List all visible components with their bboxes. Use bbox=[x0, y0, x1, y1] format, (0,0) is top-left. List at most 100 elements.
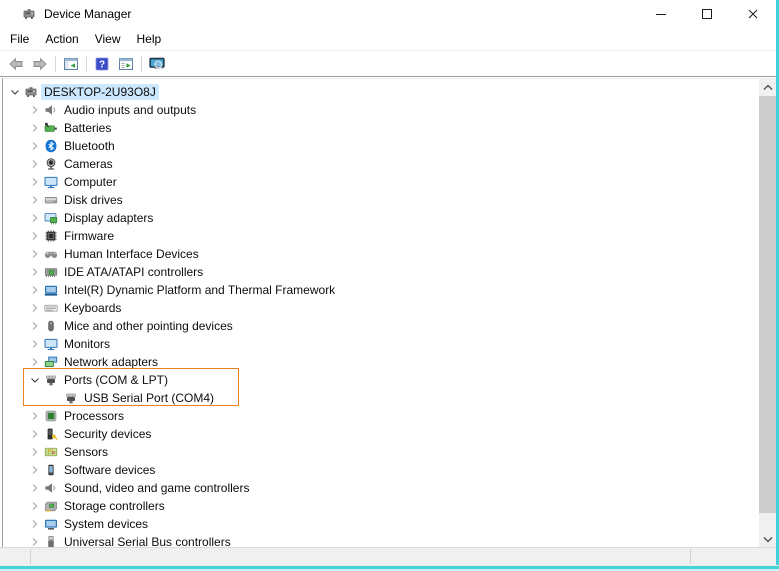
menu-view[interactable]: View bbox=[87, 29, 129, 49]
tree-item-ide-ata-atapi-controllers[interactable]: IDE ATA/ATAPI controllers bbox=[3, 263, 759, 281]
tree-item-label: Display adapters bbox=[61, 210, 156, 226]
battery-icon bbox=[43, 120, 59, 136]
tree-item-system-devices[interactable]: System devices bbox=[3, 515, 759, 533]
tree-item-label: Software devices bbox=[61, 462, 158, 478]
scrollbar-thumb[interactable] bbox=[759, 96, 776, 513]
tree-item-cameras[interactable]: Cameras bbox=[3, 155, 759, 173]
tree-item-sensors[interactable]: Sensors bbox=[3, 443, 759, 461]
tree-item-desktop-2u93o8j[interactable]: DESKTOP-2U93O8J bbox=[3, 83, 759, 101]
chevron-right-icon[interactable] bbox=[27, 120, 43, 136]
chevron-right-icon[interactable] bbox=[27, 102, 43, 118]
tree-item-security-devices[interactable]: Security devices bbox=[3, 425, 759, 443]
forward-button[interactable] bbox=[28, 52, 52, 75]
chevron-right-icon[interactable] bbox=[27, 516, 43, 532]
properties-button[interactable] bbox=[114, 52, 138, 75]
window-title: Device Manager bbox=[44, 7, 131, 21]
monitor-icon bbox=[43, 174, 59, 190]
tree-item-universal-serial-bus-controllers[interactable]: Universal Serial Bus controllers bbox=[3, 533, 759, 547]
tree-item-label: Sound, video and game controllers bbox=[61, 480, 252, 496]
tree-item-display-adapters[interactable]: Display adapters bbox=[3, 209, 759, 227]
system-device-icon bbox=[43, 516, 59, 532]
chevron-right-icon[interactable] bbox=[27, 174, 43, 190]
thermal-framework-icon bbox=[43, 282, 59, 298]
software-device-icon bbox=[43, 462, 59, 478]
tree-item-keyboards[interactable]: Keyboards bbox=[3, 299, 759, 317]
maximize-icon bbox=[699, 6, 715, 22]
menu-action[interactable]: Action bbox=[37, 29, 86, 49]
help-button[interactable]: ? bbox=[90, 52, 114, 75]
tree-item-monitors[interactable]: Monitors bbox=[3, 335, 759, 353]
chevron-right-icon[interactable] bbox=[27, 498, 43, 514]
tree-item-ports-com-lpt[interactable]: Ports (COM & LPT) bbox=[3, 371, 759, 389]
chevron-right-icon[interactable] bbox=[27, 444, 43, 460]
camera-icon bbox=[43, 156, 59, 172]
tree-item-label: Ports (COM & LPT) bbox=[61, 372, 171, 388]
tree-item-storage-controllers[interactable]: Storage controllers bbox=[3, 497, 759, 515]
tree-item-label: Security devices bbox=[61, 426, 154, 442]
tree-item-usb-serial-port-com4[interactable]: USB Serial Port (COM4) bbox=[3, 389, 759, 407]
chevron-right-icon[interactable] bbox=[27, 408, 43, 424]
tree-item-processors[interactable]: Processors bbox=[3, 407, 759, 425]
tree-item-bluetooth[interactable]: Bluetooth bbox=[3, 137, 759, 155]
svg-text:?: ? bbox=[99, 59, 105, 70]
tree-item-disk-drives[interactable]: Disk drives bbox=[3, 191, 759, 209]
tree-item-label: Batteries bbox=[61, 120, 114, 136]
ide-controller-icon bbox=[43, 264, 59, 280]
chevron-down-icon[interactable] bbox=[27, 372, 43, 388]
close-button[interactable] bbox=[730, 0, 776, 28]
tree-item-sound-video-and-game-controllers[interactable]: Sound, video and game controllers bbox=[3, 479, 759, 497]
tree-item-label: Network adapters bbox=[61, 354, 161, 370]
chevron-right-icon[interactable] bbox=[27, 480, 43, 496]
tree-item-intel-r-dynamic-platform-and-thermal-framework[interactable]: Intel(R) Dynamic Platform and Thermal Fr… bbox=[3, 281, 759, 299]
chevron-right-icon[interactable] bbox=[27, 300, 43, 316]
mouse-icon bbox=[43, 318, 59, 334]
bluetooth-icon bbox=[43, 138, 59, 154]
tree-item-audio-inputs-and-outputs[interactable]: Audio inputs and outputs bbox=[3, 101, 759, 119]
chevron-right-icon[interactable] bbox=[27, 534, 43, 547]
chevron-right-icon[interactable] bbox=[27, 228, 43, 244]
tree-item-software-devices[interactable]: Software devices bbox=[3, 461, 759, 479]
tree-item-computer[interactable]: Computer bbox=[3, 173, 759, 191]
tree-item-label: Firmware bbox=[61, 228, 117, 244]
tree-item-label: Universal Serial Bus controllers bbox=[61, 534, 234, 547]
tree-item-firmware[interactable]: Firmware bbox=[3, 227, 759, 245]
chevron-right-icon[interactable] bbox=[27, 426, 43, 442]
speaker-icon bbox=[43, 480, 59, 496]
show-console-tree-button[interactable] bbox=[59, 52, 83, 75]
tree-item-human-interface-devices[interactable]: Human Interface Devices bbox=[3, 245, 759, 263]
menu-help[interactable]: Help bbox=[129, 29, 170, 49]
back-button[interactable] bbox=[4, 52, 28, 75]
chevron-right-icon[interactable] bbox=[27, 318, 43, 334]
chevron-right-icon[interactable] bbox=[27, 192, 43, 208]
minimize-button[interactable] bbox=[638, 0, 684, 28]
scan-hardware-changes-button[interactable] bbox=[145, 52, 169, 75]
chevron-right-icon[interactable] bbox=[27, 282, 43, 298]
tree-item-mice-and-other-pointing-devices[interactable]: Mice and other pointing devices bbox=[3, 317, 759, 335]
tree-item-label: USB Serial Port (COM4) bbox=[81, 390, 217, 406]
chevron-down-icon[interactable] bbox=[7, 84, 23, 100]
tree-item-label: Disk drives bbox=[61, 192, 126, 208]
chevron-right-icon[interactable] bbox=[27, 210, 43, 226]
chevron-right-icon[interactable] bbox=[27, 462, 43, 478]
tree-item-network-adapters[interactable]: Network adapters bbox=[3, 353, 759, 371]
device-tree: DESKTOP-2U93O8JAudio inputs and outputsB… bbox=[3, 83, 759, 547]
desktop-edge-bottom bbox=[0, 565, 779, 571]
display-adapter-icon bbox=[43, 210, 59, 226]
arrow-left-icon bbox=[8, 56, 24, 72]
chevron-right-icon[interactable] bbox=[27, 354, 43, 370]
tree-item-label: Computer bbox=[61, 174, 120, 190]
chevron-right-icon[interactable] bbox=[27, 336, 43, 352]
chevron-right-icon[interactable] bbox=[27, 138, 43, 154]
scroll-down-button[interactable] bbox=[759, 530, 776, 547]
maximize-button[interactable] bbox=[684, 0, 730, 28]
help-icon: ? bbox=[94, 56, 110, 72]
toolbar-separator bbox=[141, 56, 142, 72]
chevron-right-icon[interactable] bbox=[27, 246, 43, 262]
serial-port-icon bbox=[63, 390, 79, 406]
scroll-up-button[interactable] bbox=[759, 79, 776, 96]
chevron-right-icon[interactable] bbox=[27, 264, 43, 280]
chevron-right-icon[interactable] bbox=[27, 156, 43, 172]
vertical-scrollbar[interactable] bbox=[759, 79, 776, 547]
tree-item-batteries[interactable]: Batteries bbox=[3, 119, 759, 137]
menu-file[interactable]: File bbox=[2, 29, 37, 49]
